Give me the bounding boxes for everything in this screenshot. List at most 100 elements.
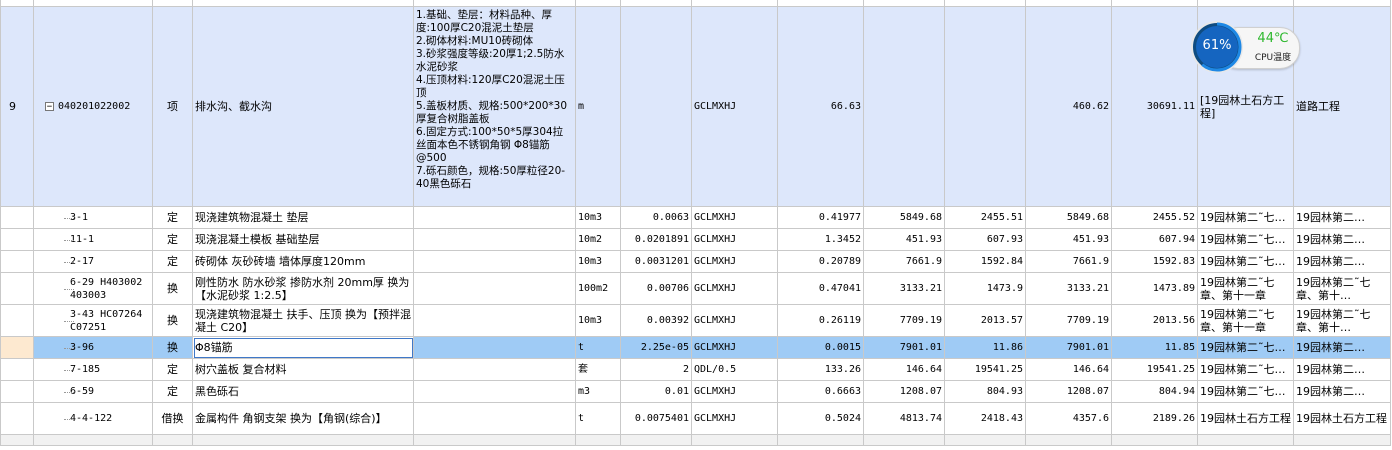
row-source[interactable]: 19园林第二˜七…: [1197, 336, 1294, 359]
item-col-d[interactable]: 30691.11: [1111, 6, 1198, 207]
row-description[interactable]: [413, 206, 576, 229]
row-formula[interactable]: QDL/0.5: [691, 358, 778, 381]
row-profession[interactable]: 19园林第二…: [1293, 336, 1391, 359]
row-description[interactable]: [413, 380, 576, 403]
row-ratio[interactable]: 0.00706: [620, 272, 692, 305]
row-description[interactable]: [413, 336, 576, 359]
row-type[interactable]: 定: [152, 250, 193, 273]
table-row[interactable]: 3-96 换 Φ8锚筋 t 2.25e-05 GCLMXHJ 0.0015 7901.01 11…: [0, 336, 1391, 359]
row-quantity[interactable]: 0.47041: [777, 272, 864, 305]
row-type[interactable]: 换: [152, 336, 193, 359]
row-profession[interactable]: 19园林第二˜七章、第十…: [1293, 272, 1391, 305]
row-description[interactable]: [413, 272, 576, 305]
item-content-ratio[interactable]: [620, 6, 692, 207]
row-source[interactable]: 19园林第二˜七章、第十一章: [1197, 304, 1294, 337]
row-name[interactable]: 刚性防水 防水砂浆 掺防水剂 20mm厚 换为【水泥砂浆 1:2.5】: [192, 272, 414, 305]
row-ratio[interactable]: 2: [620, 358, 692, 381]
table-row[interactable]: 11-1 定现浇混凝土模板 基础垫层 10m2 0.0201891 GCLMXHJ 1.3…: [0, 228, 1391, 251]
row-col-b[interactable]: 2418.43: [944, 402, 1026, 435]
row-col-a[interactable]: 3133.21: [863, 272, 945, 305]
row-number[interactable]: [0, 358, 34, 381]
row-number[interactable]: [0, 304, 34, 337]
row-unit[interactable]: 100m2: [575, 272, 621, 305]
row-col-b[interactable]: 1473.9: [944, 272, 1026, 305]
row-type[interactable]: 定: [152, 206, 193, 229]
row-ratio[interactable]: 0.00392: [620, 304, 692, 337]
row-name[interactable]: 树穴盖板 复合材料: [192, 358, 414, 381]
item-col-b[interactable]: [944, 6, 1026, 207]
row-code[interactable]: 3-43 HC07264 C07251: [33, 304, 153, 337]
row-code[interactable]: 2-17: [33, 250, 153, 273]
row-ratio[interactable]: 0.0201891: [620, 228, 692, 251]
row-code[interactable]: 11-1: [33, 228, 153, 251]
item-code-cell[interactable]: −040201022002: [33, 6, 153, 207]
row-type[interactable]: 换: [152, 304, 193, 337]
row-col-c[interactable]: 146.64: [1025, 358, 1112, 381]
row-ratio[interactable]: 0.0063: [620, 206, 692, 229]
row-description[interactable]: [413, 228, 576, 251]
table-row[interactable]: 6-59 定黑色砾石 m3 0.01 GCLMXHJ 0.6663 1208.07 804.9…: [0, 380, 1391, 403]
row-source[interactable]: 19园林第二˜七…: [1197, 206, 1294, 229]
row-col-c[interactable]: 451.93: [1025, 228, 1112, 251]
row-number[interactable]: [0, 206, 34, 229]
row-unit[interactable]: 套: [575, 358, 621, 381]
row-source[interactable]: 19园林第二˜七…: [1197, 358, 1294, 381]
row-profession[interactable]: 19园林土石方工程: [1293, 402, 1391, 435]
row-source[interactable]: 19园林第二˜七…: [1197, 380, 1294, 403]
row-formula[interactable]: GCLMXHJ: [691, 206, 778, 229]
row-code[interactable]: 3-1: [33, 206, 153, 229]
row-col-a[interactable]: 1208.07: [863, 380, 945, 403]
row-col-b[interactable]: 607.93: [944, 228, 1026, 251]
row-profession[interactable]: 19园林第二…: [1293, 228, 1391, 251]
row-col-b[interactable]: 11.86: [944, 336, 1026, 359]
row-name[interactable]: 现浇建筑物混凝土 扶手、压顶 换为【预拌混凝土 C20】: [192, 304, 414, 337]
row-ratio[interactable]: 0.0031201: [620, 250, 692, 273]
row-col-b[interactable]: 2455.51: [944, 206, 1026, 229]
row-col-a[interactable]: 5849.68: [863, 206, 945, 229]
row-formula[interactable]: GCLMXHJ: [691, 380, 778, 403]
row-col-a[interactable]: 7661.9: [863, 250, 945, 273]
item-unit[interactable]: m: [575, 6, 621, 207]
row-number[interactable]: 9: [0, 6, 34, 207]
row-description[interactable]: [413, 358, 576, 381]
row-description[interactable]: [413, 304, 576, 337]
row-formula[interactable]: GCLMXHJ: [691, 272, 778, 305]
item-formula[interactable]: GCLMXHJ: [691, 6, 778, 207]
row-type[interactable]: 换: [152, 272, 193, 305]
row-col-c[interactable]: 4357.6: [1025, 402, 1112, 435]
row-quantity[interactable]: 0.6663: [777, 380, 864, 403]
row-profession[interactable]: 19园林第二…: [1293, 250, 1391, 273]
row-profession[interactable]: 19园林第二…: [1293, 206, 1391, 229]
item-col-a[interactable]: [863, 6, 945, 207]
row-name[interactable]: 现浇混凝土模板 基础垫层: [192, 228, 414, 251]
row-profession[interactable]: 19园林第二˜七章、第十…: [1293, 304, 1391, 337]
row-source[interactable]: 19园林第二˜七…: [1197, 250, 1294, 273]
cpu-monitor-widget[interactable]: 44℃ CPU温度 61%: [1190, 20, 1310, 74]
row-col-b[interactable]: 804.93: [944, 380, 1026, 403]
row-unit[interactable]: 10m3: [575, 206, 621, 229]
row-code[interactable]: 6-29 H403002 403003: [33, 272, 153, 305]
row-type[interactable]: 定: [152, 358, 193, 381]
row-number[interactable]: [0, 228, 34, 251]
row-col-a[interactable]: 146.64: [863, 358, 945, 381]
row-name[interactable]: 砖砌体 灰砂砖墙 墙体厚度120mm: [192, 250, 414, 273]
item-description[interactable]: 1.基础、垫层：材料品种、厚度:100厚C20混泥土垫层 2.砌体材料:MU10…: [413, 6, 576, 207]
row-formula[interactable]: GCLMXHJ: [691, 304, 778, 337]
row-col-d[interactable]: 607.94: [1111, 228, 1198, 251]
table-row[interactable]: 3-1 定现浇建筑物混凝土 垫层 10m3 0.0063 GCLMXHJ 0.41977 5…: [0, 206, 1391, 229]
row-ratio[interactable]: 2.25e-05: [620, 336, 692, 359]
row-col-c[interactable]: 3133.21: [1025, 272, 1112, 305]
row-number[interactable]: [0, 250, 34, 273]
item-quantity[interactable]: 66.63: [777, 6, 864, 207]
row-unit[interactable]: 10m3: [575, 250, 621, 273]
row-unit[interactable]: t: [575, 336, 621, 359]
row-type[interactable]: 借换: [152, 402, 193, 435]
row-type[interactable]: 定: [152, 228, 193, 251]
row-code[interactable]: 4-4-122: [33, 402, 153, 435]
row-number[interactable]: [0, 402, 34, 435]
row-quantity[interactable]: 0.26119: [777, 304, 864, 337]
row-col-a[interactable]: 7709.19: [863, 304, 945, 337]
row-col-d[interactable]: 19541.25: [1111, 358, 1198, 381]
item-name[interactable]: 排水沟、截水沟: [192, 6, 414, 207]
row-source[interactable]: 19园林第二˜七章、第十一章: [1197, 272, 1294, 305]
